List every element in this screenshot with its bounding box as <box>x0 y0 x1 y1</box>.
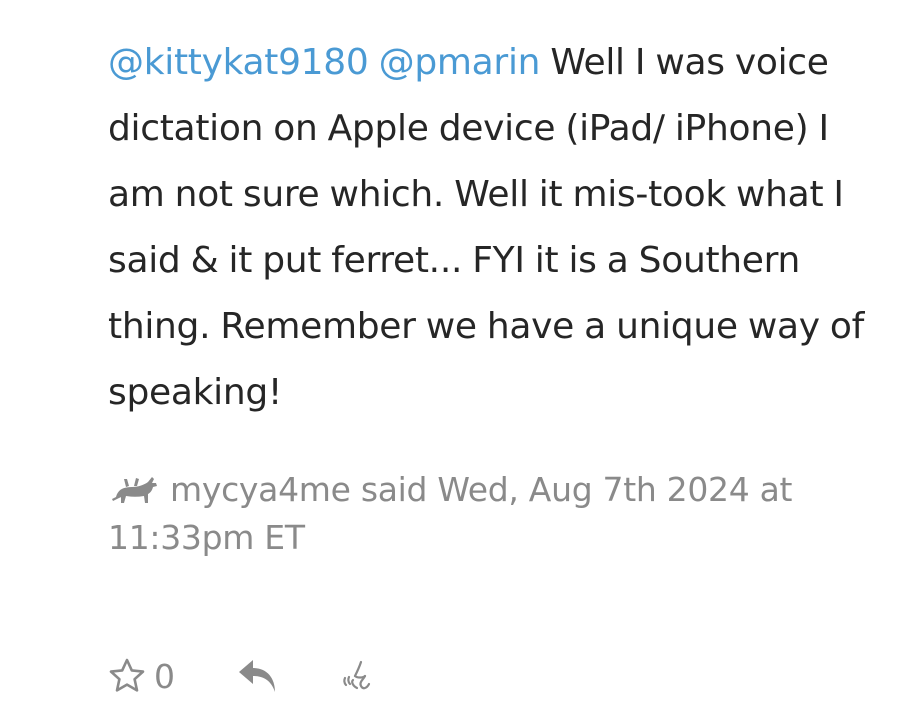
comment-actions: 0 <box>108 652 375 700</box>
author-name[interactable]: mycya4me <box>170 470 351 509</box>
said-label: said <box>360 470 428 509</box>
comment-text: Well I was <box>550 42 725 83</box>
like-count: 0 <box>154 656 175 696</box>
reply-button[interactable] <box>237 656 281 696</box>
react-hand-icon <box>343 660 371 690</box>
comment-text: voice dictation on Apple device (iPad/ i… <box>108 42 865 413</box>
mention-link[interactable]: @pmarin <box>379 42 541 83</box>
like-button[interactable]: 0 <box>108 657 175 696</box>
react-button[interactable] <box>341 658 375 694</box>
comment: @kittykat9180 @pmarin Well I was voice d… <box>108 30 868 562</box>
mention-link[interactable]: @kittykat9180 <box>108 42 369 83</box>
reply-arrow-icon <box>239 660 275 692</box>
cow-icon[interactable] <box>108 471 160 505</box>
comment-meta: mycya4me said Wed, Aug 7th 2024 at 11:33… <box>108 466 868 562</box>
comment-body: @kittykat9180 @pmarin Well I was voice d… <box>108 30 868 426</box>
star-outline-icon <box>109 658 145 692</box>
